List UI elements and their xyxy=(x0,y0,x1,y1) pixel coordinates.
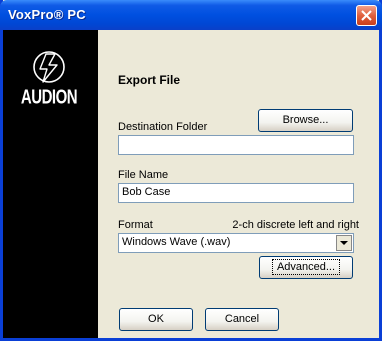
file-name-label: File Name xyxy=(118,169,169,181)
lightning-emblem-icon xyxy=(33,51,65,83)
advanced-button-label: Advanced... xyxy=(271,259,341,275)
format-select[interactable]: Windows Wave (.wav) xyxy=(118,233,354,253)
dialog-heading: Export File xyxy=(118,73,181,87)
ok-button-label: OK xyxy=(148,313,164,325)
format-channels-label: 2-ch discrete left and right xyxy=(232,219,359,231)
destination-folder-input[interactable] xyxy=(118,135,354,155)
audion-logo: AUDION xyxy=(19,50,79,120)
export-dialog-window: VoxPro® PC AUDION Export File Destinatio… xyxy=(0,0,382,341)
format-select-value: Windows Wave (.wav) xyxy=(122,236,231,248)
ok-button[interactable]: OK xyxy=(119,308,193,331)
cancel-button[interactable]: Cancel xyxy=(205,308,279,331)
title-bar[interactable]: VoxPro® PC xyxy=(0,0,382,30)
logo-text: AUDION xyxy=(20,86,78,109)
cancel-button-label: Cancel xyxy=(224,313,260,325)
destination-folder-label: Destination Folder xyxy=(118,121,208,133)
file-name-input[interactable]: Bob Case xyxy=(118,183,354,203)
brand-sidebar: AUDION xyxy=(3,30,98,338)
window-title: VoxPro® PC xyxy=(8,7,86,22)
format-label: Format xyxy=(118,219,153,231)
browse-button[interactable]: Browse... xyxy=(258,109,353,132)
advanced-button[interactable]: Advanced... xyxy=(259,256,353,279)
close-button[interactable] xyxy=(356,5,377,26)
close-icon xyxy=(361,10,372,21)
browse-button-label: Browse... xyxy=(282,114,329,126)
dropdown-arrow-button[interactable] xyxy=(336,235,352,251)
dialog-content: Export File Destination Folder Browse...… xyxy=(98,30,379,338)
chevron-down-icon xyxy=(340,241,348,245)
